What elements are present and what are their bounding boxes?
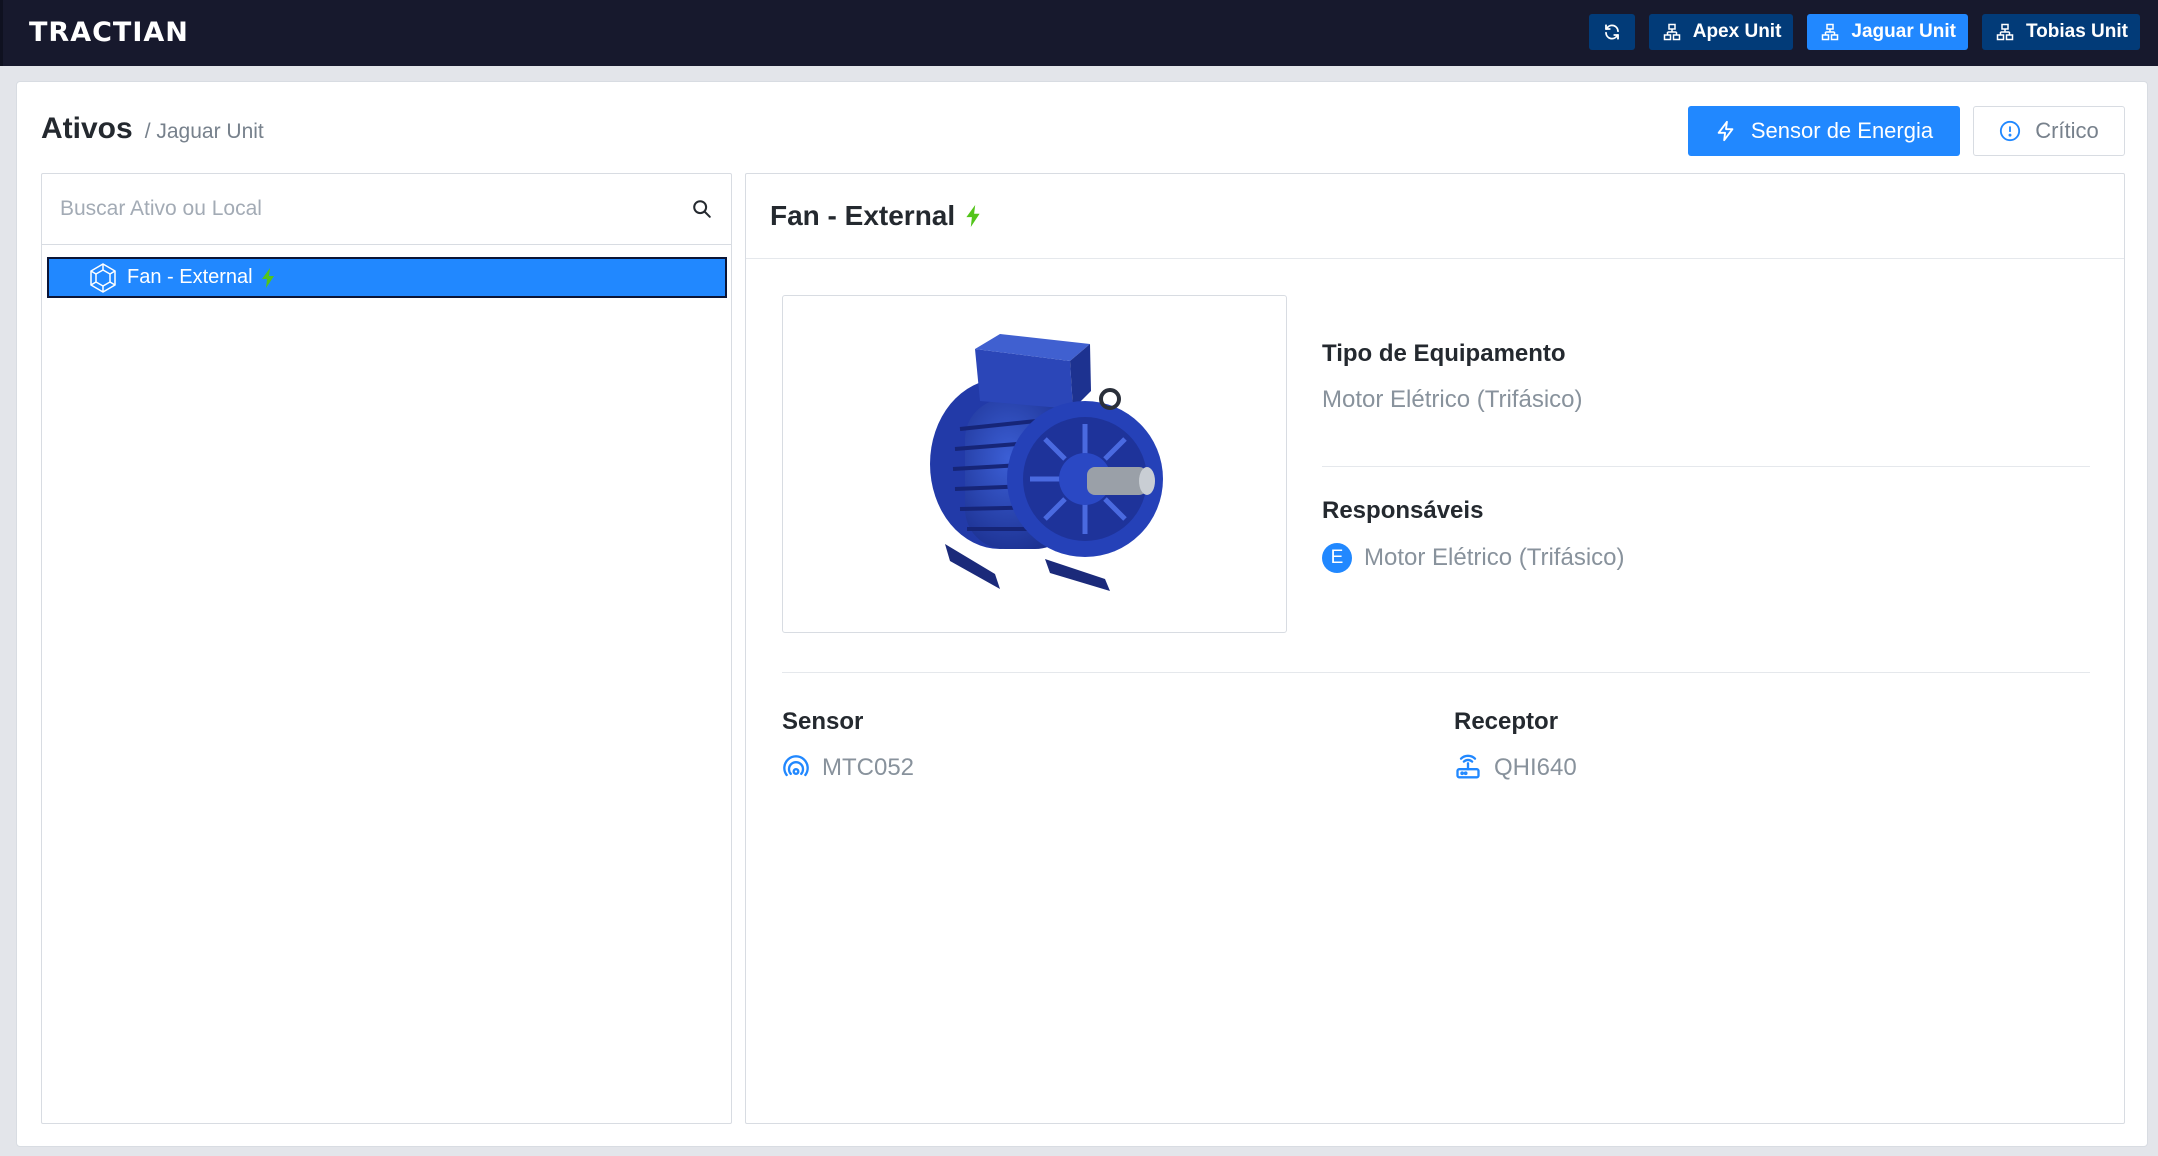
detail-header: Fan - External xyxy=(746,174,2124,259)
bolt-icon xyxy=(1717,120,1734,142)
filter-actions: Sensor de Energia Crítico xyxy=(1688,106,2125,156)
sensor-section: Sensor MTC052 xyxy=(782,708,1382,782)
asset-detail-panel: Fan - External Tipo de Equipamento Motor… xyxy=(745,173,2125,1124)
equipment-type-section: Tipo de Equipamento Motor Elétrico (Trif… xyxy=(1322,340,2090,414)
responsible-value: E Motor Elétrico (Trifásico) xyxy=(1322,543,2090,573)
receiver-value: QHI640 xyxy=(1454,754,2054,782)
wireless-sensor-icon xyxy=(783,755,809,777)
critical-filter-label: Crítico xyxy=(2035,118,2099,143)
search-bar xyxy=(42,174,731,245)
energy-bolt-icon xyxy=(261,267,274,288)
responsible-section: Responsáveis E Motor Elétrico (Trifásico… xyxy=(1322,497,2090,573)
equipment-type-value: Motor Elétrico (Trifásico) xyxy=(1322,386,2090,414)
hierarchy-icon xyxy=(1996,23,2014,41)
refresh-button[interactable] xyxy=(1588,14,1635,50)
router-icon xyxy=(1456,754,1480,779)
asset-title: Fan - External xyxy=(770,200,956,231)
responsible-label: Responsáveis xyxy=(1322,497,1484,524)
unit-button-jaguar[interactable]: Jaguar Unit xyxy=(1807,14,1968,50)
receiver-label: Receptor xyxy=(1454,708,1559,735)
unit-switcher: Apex Unit Jaguar Unit Tobias Unit xyxy=(1588,14,2140,50)
tree-item-fan-external[interactable]: Fan - External xyxy=(47,257,727,298)
section-divider xyxy=(782,672,2090,673)
asset-tree-panel: Fan - External xyxy=(41,173,732,1124)
hierarchy-icon xyxy=(1663,23,1680,41)
responsible-avatar: E xyxy=(1322,543,1352,573)
unit-button-label: Apex Unit xyxy=(1692,21,1782,42)
tractian-logo[interactable]: TRACTIAN xyxy=(29,16,189,48)
page-header: Ativos / Jaguar Unit xyxy=(41,112,264,152)
critical-filter-button[interactable]: Crítico xyxy=(1973,106,2125,156)
tree-item-label: Fan - External xyxy=(127,266,253,288)
unit-button-label: Tobias Unit xyxy=(2025,21,2128,42)
search-input[interactable] xyxy=(60,197,691,221)
refresh-icon xyxy=(1604,24,1619,40)
equipment-type-label: Tipo de Equipamento xyxy=(1322,340,1566,367)
unit-button-tobias[interactable]: Tobias Unit xyxy=(1981,14,2140,50)
component-icon xyxy=(90,262,116,293)
energy-bolt-icon xyxy=(966,205,980,227)
receiver-id: QHI640 xyxy=(1494,754,1577,781)
energy-sensor-filter-label: Sensor de Energia xyxy=(1750,118,1934,143)
page-title: Ativos xyxy=(41,112,133,145)
unit-button-label: Jaguar Unit xyxy=(1851,21,1956,42)
assets-page: Ativos / Jaguar Unit Sensor de Energia C… xyxy=(16,81,2148,1147)
responsible-text: Motor Elétrico (Trifásico) xyxy=(1364,544,1625,571)
equipment-type-text: Motor Elétrico (Trifásico) xyxy=(1322,386,1583,413)
unit-button-apex[interactable]: Apex Unit xyxy=(1648,14,1794,50)
sensor-label: Sensor xyxy=(782,708,864,735)
section-divider xyxy=(1322,466,2090,467)
alert-circle-icon xyxy=(2000,120,2021,142)
energy-sensor-filter-button[interactable]: Sensor de Energia xyxy=(1688,106,1960,156)
breadcrumb: / Jaguar Unit xyxy=(144,120,264,143)
electric-motor-image xyxy=(929,334,1163,591)
sensor-id: MTC052 xyxy=(822,754,915,781)
search-icon[interactable] xyxy=(691,198,713,220)
receiver-section: Receptor QHI640 xyxy=(1454,708,2054,782)
sensor-value: MTC052 xyxy=(782,754,1382,782)
top-navbar: TRACTIAN Apex Unit Jaguar Unit Tobias Un… xyxy=(0,0,2158,66)
hierarchy-icon xyxy=(1822,23,1839,41)
asset-image xyxy=(782,295,1287,633)
logo-text: TRACTIAN xyxy=(29,16,189,48)
